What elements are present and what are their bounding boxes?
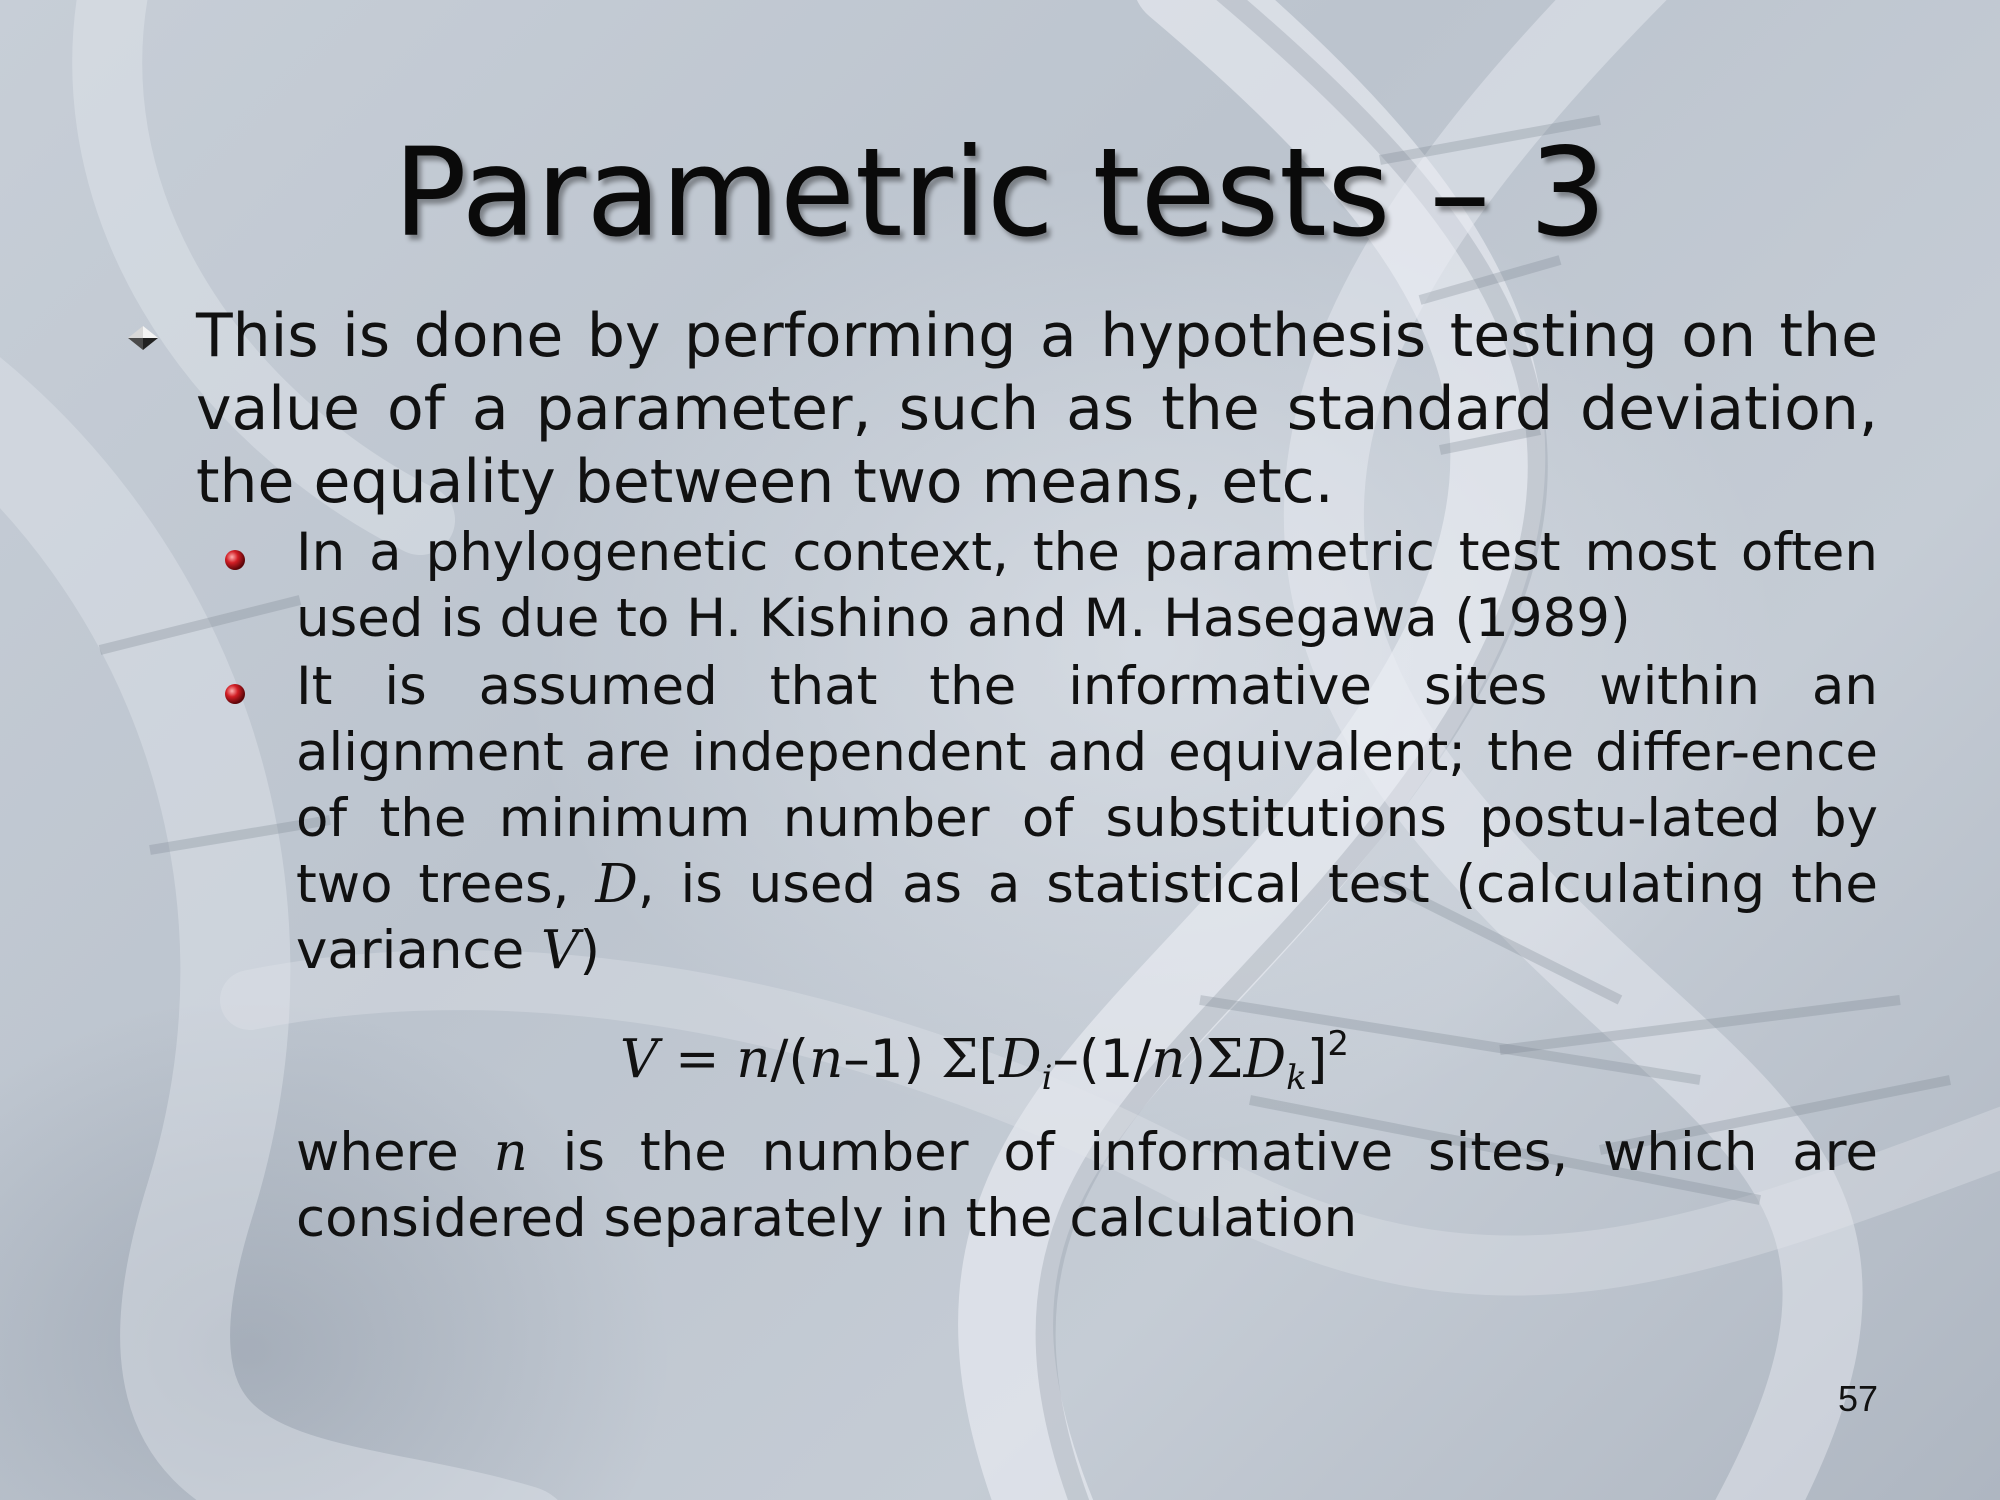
formula-bracket-open: [: [978, 1029, 1000, 1090]
formula-subscript-k: k: [1286, 1058, 1307, 1098]
explanation-text-b: is the number of informative sites, whic…: [296, 1122, 1878, 1249]
sub-bullet-kishino-hasegawa: In a phylogenetic context, the parametri…: [296, 520, 1878, 652]
red-ball-bullet-icon: [225, 550, 245, 570]
variable-v: V: [541, 920, 580, 981]
formula-slash-open: /(: [770, 1029, 810, 1090]
formula-equals: =: [658, 1029, 737, 1090]
formula-n: n: [736, 1029, 771, 1090]
explanation-text-a: where: [296, 1122, 494, 1183]
red-ball-bullet-icon: [225, 684, 245, 704]
formula-d: D: [1243, 1029, 1287, 1090]
variable-d: D: [595, 854, 638, 915]
diamond-bullet-icon: [128, 326, 158, 350]
formula-d: D: [999, 1029, 1042, 1090]
slide-title: Parametric tests – 3: [393, 122, 1607, 264]
sub-bullet-1-text: In a phylogenetic context, the parametri…: [296, 522, 1878, 649]
formula-bracket-close: ]: [1306, 1029, 1328, 1090]
slide: Parametric tests – 3 This is done by per…: [0, 0, 2000, 1500]
variance-formula: V = n/(n–1) Σ[Di–(1/n)ΣDk]2: [620, 1025, 1520, 1095]
formula-n: n: [809, 1029, 844, 1090]
page-number: 57: [1837, 1378, 1878, 1419]
main-bullet-text: This is done by performing a hypothesis …: [196, 301, 1878, 517]
formula-explanation: where n is the number of informative sit…: [296, 1120, 1878, 1252]
formula-v: V: [620, 1029, 659, 1090]
formula-minus-open: –(1/: [1052, 1029, 1152, 1090]
formula-n: n: [1151, 1029, 1186, 1090]
sub-bullet-2-text-c: ): [579, 920, 600, 981]
formula-subscript-i: i: [1041, 1058, 1053, 1098]
formula-close-paren: ): [1185, 1029, 1207, 1090]
formula-sigma: Σ: [1206, 1029, 1244, 1090]
formula-minus-one: –1): [843, 1029, 941, 1090]
formula-exponent: 2: [1327, 1024, 1350, 1064]
formula-sigma: Σ: [940, 1029, 979, 1090]
sub-bullet-assumption: It is assumed that the informative sites…: [296, 654, 1878, 984]
variable-n: n: [493, 1122, 528, 1183]
